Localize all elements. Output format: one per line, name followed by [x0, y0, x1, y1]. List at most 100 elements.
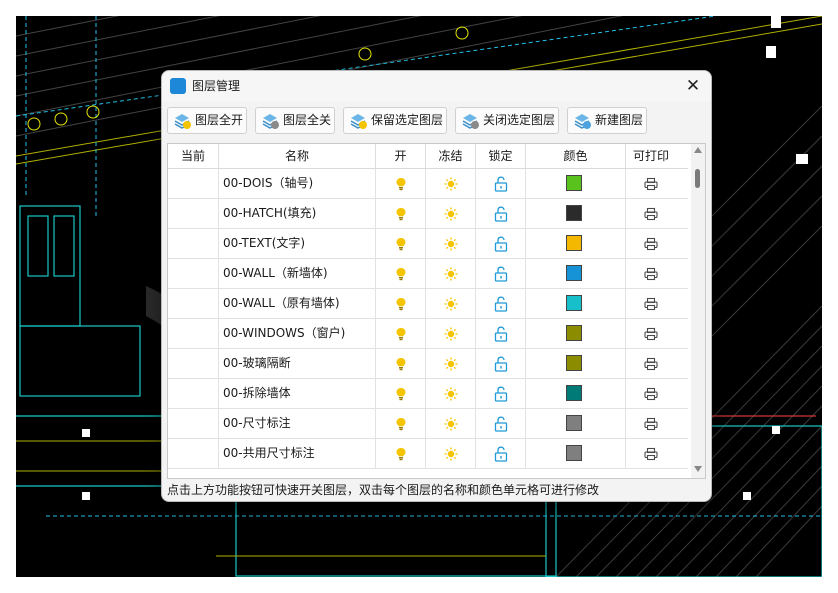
- layer-name-cell[interactable]: 00-DOIS（轴号): [219, 169, 376, 198]
- color-cell[interactable]: [526, 409, 626, 438]
- lightbulb-icon-cell[interactable]: [376, 169, 426, 198]
- color-cell[interactable]: [526, 199, 626, 228]
- color-swatch[interactable]: [566, 295, 582, 311]
- lightbulb-icon-cell[interactable]: [376, 319, 426, 348]
- color-cell[interactable]: [526, 259, 626, 288]
- table-row[interactable]: 00-TEXT(文字): [168, 229, 688, 259]
- layer-name-cell[interactable]: 00-TEXT(文字): [219, 229, 376, 258]
- header-name[interactable]: 名称: [219, 144, 376, 168]
- sun-icon[interactable]: [444, 416, 458, 435]
- unlock-icon-cell[interactable]: [476, 169, 526, 198]
- printer-icon-cell[interactable]: [626, 379, 676, 408]
- header-freeze[interactable]: 冻结: [426, 144, 476, 168]
- table-row[interactable]: 00-玻璃隔断: [168, 349, 688, 379]
- lightbulb-icon[interactable]: [394, 416, 408, 435]
- lightbulb-icon[interactable]: [394, 326, 408, 345]
- lightbulb-icon[interactable]: [394, 176, 408, 195]
- current-cell[interactable]: [168, 349, 219, 378]
- color-cell[interactable]: [526, 289, 626, 318]
- all-layers-on-button[interactable]: 图层全开: [167, 107, 247, 134]
- table-row[interactable]: 00-WALL（新墙体): [168, 259, 688, 289]
- unlock-icon[interactable]: [494, 206, 508, 226]
- printer-icon[interactable]: [644, 416, 658, 435]
- current-cell[interactable]: [168, 289, 219, 318]
- sun-icon[interactable]: [444, 446, 458, 465]
- lightbulb-icon-cell[interactable]: [376, 439, 426, 468]
- keep-selected-layers-button[interactable]: 保留选定图层: [343, 107, 447, 134]
- printer-icon-cell[interactable]: [626, 409, 676, 438]
- lightbulb-icon-cell[interactable]: [376, 259, 426, 288]
- unlock-icon[interactable]: [494, 386, 508, 406]
- unlock-icon-cell[interactable]: [476, 199, 526, 228]
- color-swatch[interactable]: [566, 205, 582, 221]
- color-cell[interactable]: [526, 319, 626, 348]
- printer-icon-cell[interactable]: [626, 439, 676, 468]
- table-row[interactable]: 00-WINDOWS（窗户): [168, 319, 688, 349]
- lightbulb-icon-cell[interactable]: [376, 409, 426, 438]
- layer-name-cell[interactable]: 00-WALL（新墙体): [219, 259, 376, 288]
- color-cell[interactable]: [526, 439, 626, 468]
- printer-icon[interactable]: [644, 266, 658, 285]
- layer-name-cell[interactable]: 00-共用尺寸标注: [219, 439, 376, 468]
- all-layers-off-button[interactable]: 图层全关: [255, 107, 335, 134]
- lightbulb-icon[interactable]: [394, 236, 408, 255]
- sun-icon-cell[interactable]: [426, 349, 476, 378]
- printer-icon-cell[interactable]: [626, 349, 676, 378]
- color-swatch[interactable]: [566, 265, 582, 281]
- sun-icon-cell[interactable]: [426, 199, 476, 228]
- color-swatch[interactable]: [566, 385, 582, 401]
- sun-icon-cell[interactable]: [426, 379, 476, 408]
- lightbulb-icon-cell[interactable]: [376, 349, 426, 378]
- lightbulb-icon-cell[interactable]: [376, 229, 426, 258]
- layer-name-cell[interactable]: 00-WALL（原有墙体): [219, 289, 376, 318]
- printer-icon[interactable]: [644, 206, 658, 225]
- table-row[interactable]: 00-WALL（原有墙体): [168, 289, 688, 319]
- sun-icon[interactable]: [444, 326, 458, 345]
- unlock-icon-cell[interactable]: [476, 409, 526, 438]
- layer-name-cell[interactable]: 00-WINDOWS（窗户): [219, 319, 376, 348]
- unlock-icon-cell[interactable]: [476, 379, 526, 408]
- current-cell[interactable]: [168, 199, 219, 228]
- sun-icon[interactable]: [444, 236, 458, 255]
- unlock-icon[interactable]: [494, 356, 508, 376]
- unlock-icon-cell[interactable]: [476, 259, 526, 288]
- color-swatch[interactable]: [566, 235, 582, 251]
- unlock-icon[interactable]: [494, 296, 508, 316]
- unlock-icon[interactable]: [494, 176, 508, 196]
- layer-name-cell[interactable]: 00-玻璃隔断: [219, 349, 376, 378]
- table-row[interactable]: 00-拆除墙体: [168, 379, 688, 409]
- printer-icon-cell[interactable]: [626, 199, 676, 228]
- current-cell[interactable]: [168, 319, 219, 348]
- printer-icon[interactable]: [644, 326, 658, 345]
- sun-icon-cell[interactable]: [426, 169, 476, 198]
- scroll-thumb[interactable]: [695, 169, 700, 188]
- new-layer-button[interactable]: 新建图层: [567, 107, 647, 134]
- lightbulb-icon[interactable]: [394, 206, 408, 225]
- sun-icon[interactable]: [444, 356, 458, 375]
- title-bar[interactable]: 图层管理 ✕: [162, 71, 711, 101]
- current-cell[interactable]: [168, 169, 219, 198]
- table-row[interactable]: 00-HATCH(填充): [168, 199, 688, 229]
- unlock-icon[interactable]: [494, 416, 508, 436]
- scroll-down-icon[interactable]: [694, 466, 702, 472]
- unlock-icon-cell[interactable]: [476, 319, 526, 348]
- table-row[interactable]: 00-尺寸标注: [168, 409, 688, 439]
- unlock-icon-cell[interactable]: [476, 289, 526, 318]
- color-swatch[interactable]: [566, 415, 582, 431]
- lightbulb-icon-cell[interactable]: [376, 289, 426, 318]
- lightbulb-icon-cell[interactable]: [376, 379, 426, 408]
- color-swatch[interactable]: [566, 325, 582, 341]
- printer-icon-cell[interactable]: [626, 169, 676, 198]
- sun-icon-cell[interactable]: [426, 229, 476, 258]
- layer-name-cell[interactable]: 00-尺寸标注: [219, 409, 376, 438]
- lightbulb-icon[interactable]: [394, 296, 408, 315]
- sun-icon[interactable]: [444, 176, 458, 195]
- unlock-icon[interactable]: [494, 266, 508, 286]
- printer-icon[interactable]: [644, 296, 658, 315]
- layer-name-cell[interactable]: 00-拆除墙体: [219, 379, 376, 408]
- color-cell[interactable]: [526, 349, 626, 378]
- printer-icon-cell[interactable]: [626, 289, 676, 318]
- table-row[interactable]: 00-共用尺寸标注: [168, 439, 688, 469]
- unlock-icon-cell[interactable]: [476, 349, 526, 378]
- unlock-icon[interactable]: [494, 326, 508, 346]
